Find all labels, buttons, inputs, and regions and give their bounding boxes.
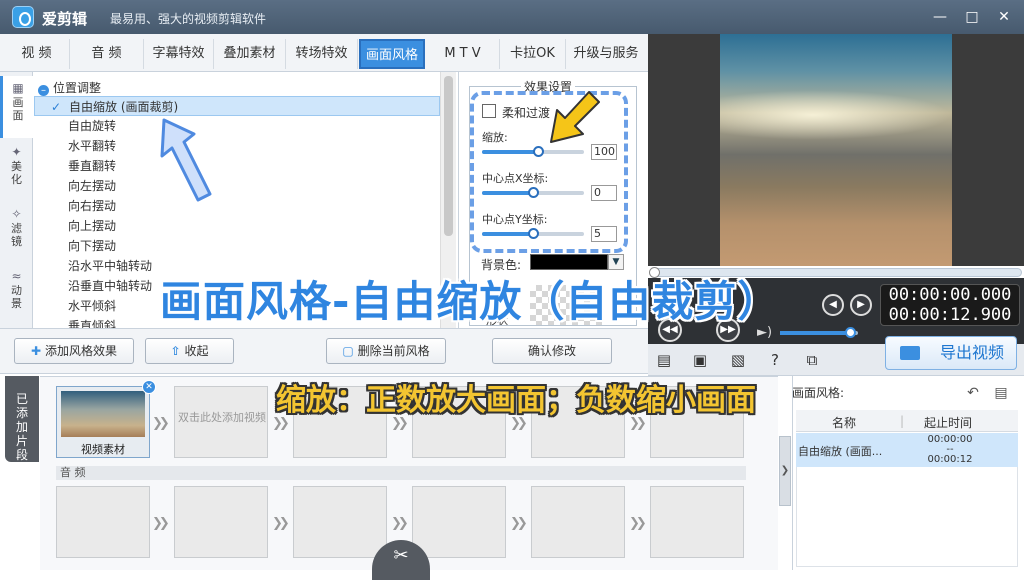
tab-overlay-material[interactable]: 叠加素材 — [214, 39, 286, 69]
film-icon: ▦ — [12, 81, 24, 95]
add-style-button[interactable]: ✚ 添加风格效果 — [14, 338, 134, 364]
tree-root-position-adjust[interactable]: – 位置调整 — [38, 79, 101, 96]
transition-arrow-icon: ❯❯ — [152, 416, 170, 431]
current-time: 00:00:00.000 — [888, 285, 1012, 305]
close-icon[interactable]: ✕ — [994, 7, 1014, 27]
empty-audio-slot[interactable] — [174, 486, 268, 558]
delete-style-button[interactable]: ▢ 删除当前风格 — [326, 338, 446, 364]
empty-audio-slot[interactable] — [56, 486, 150, 558]
effect-item[interactable]: 垂直翻转 — [34, 156, 440, 176]
add-video-slot[interactable]: 双击此处添加视频 — [174, 386, 268, 458]
step-forward-icon[interactable]: ▶ — [850, 294, 872, 316]
col-time: 起止时间 — [924, 416, 973, 430]
transition-arrow-icon: ❯❯ — [629, 516, 647, 531]
app-title: 爱剪辑 — [42, 10, 88, 28]
effect-item[interactable]: 水平翻转 — [34, 136, 440, 156]
help-icon[interactable]: ? — [766, 351, 784, 369]
transition-arrow-icon: ❯❯ — [391, 516, 409, 531]
effect-item[interactable]: 向右摆动 — [34, 196, 440, 216]
maximize-icon[interactable]: □ — [962, 7, 982, 27]
empty-audio-slot[interactable] — [293, 486, 387, 558]
nav-picture[interactable]: ▦ 画面 — [0, 76, 33, 138]
audio-track-label: 音 频 — [56, 466, 746, 480]
effect-item[interactable]: 自由旋转 — [34, 116, 440, 136]
back-circle-icon[interactable]: ↶ — [964, 384, 982, 402]
empty-audio-slot[interactable] — [531, 486, 625, 558]
tab-karaoke[interactable]: 卡拉OK — [500, 39, 566, 69]
empty-audio-slot[interactable] — [412, 486, 506, 558]
save-icon[interactable]: ▧ — [729, 351, 747, 369]
added-clips-tab[interactable]: 已添加片段 — [5, 376, 39, 462]
collapse-button[interactable]: ⇧ 收起 — [145, 338, 234, 364]
effect-item[interactable]: 向左摆动 — [34, 176, 440, 196]
annotation-dashed-frame — [470, 91, 628, 253]
style-category-nav: ▦ 画面 ✦ 美化 ✧ 滤镜 ≈ 动景 — [0, 72, 33, 328]
remove-clip-icon[interactable]: ✕ — [142, 380, 156, 394]
time-display: 00:00:00.000 00:00:12.900 — [880, 284, 1020, 326]
transition-arrow-icon: ❯❯ — [510, 516, 528, 531]
clip-thumbnail — [61, 391, 145, 437]
new-file-icon[interactable]: ▤ — [655, 351, 673, 369]
magic-wand-icon: ✦ — [11, 145, 22, 159]
style-row-time: 00:00:00 -- 00:00:12 — [927, 434, 973, 465]
col-name: 名称 — [832, 416, 857, 430]
preview-image-clouds — [720, 34, 952, 266]
empty-audio-slot[interactable] — [650, 486, 744, 558]
styles-table-header: 名称 | 起止时间 — [796, 410, 1018, 432]
volume-slider[interactable] — [780, 327, 858, 338]
share-icon[interactable]: ⧉ — [803, 351, 821, 369]
styles-table-body — [796, 467, 1018, 567]
checkmark-icon: ✓ — [51, 100, 62, 114]
app-slogan: 最易用、强大的视频剪辑软件 — [110, 12, 267, 26]
style-row-name: 自由缩放 (画面... — [798, 445, 883, 458]
collapse-icon: ⇧ — [170, 344, 181, 358]
tab-transition-effects[interactable]: 转场特效 — [286, 39, 358, 69]
tab-subtitle-effects[interactable]: 字幕特效 — [144, 39, 214, 69]
add-sparkle-icon: ✚ — [30, 344, 42, 358]
step-back-icon[interactable]: ◀ — [822, 294, 844, 316]
effect-item[interactable]: 向上摆动 — [34, 216, 440, 236]
trash-icon: ▢ — [342, 344, 354, 358]
effect-item-free-scale[interactable]: ✓ 自由缩放 (画面裁剪) — [34, 96, 440, 116]
video-preview — [648, 34, 1024, 266]
overlay-tip: 缩放：正数放大画面；负数缩小画面 — [276, 383, 756, 418]
scrollbar-thumb[interactable] — [444, 76, 453, 236]
transition-arrow-icon: ❯❯ — [272, 516, 290, 531]
app-logo-icon — [12, 6, 34, 28]
tab-picture-style[interactable]: 画面风格 — [359, 39, 425, 69]
filter-wand-icon: ✧ — [11, 207, 22, 221]
nav-motion-scene[interactable]: ≈ 动景 — [0, 264, 33, 326]
overlay-title: 画面风格-自由缩放（自由裁剪） — [160, 277, 781, 326]
collapse-minus-icon[interactable]: – — [38, 85, 49, 96]
open-folder-icon[interactable]: ▣ — [691, 351, 709, 369]
nav-beautify[interactable]: ✦ 美化 — [0, 140, 33, 202]
total-time: 00:00:12.900 — [888, 305, 1012, 325]
title-bar: 爱剪辑 最易用、强大的视频剪辑软件 — □ ✕ — [0, 0, 1024, 34]
wave-icon: ≈ — [11, 269, 22, 283]
styles-table-row[interactable]: 自由缩放 (画面... 00:00:00 -- 00:00:12 — [796, 433, 1018, 467]
col-divider: | — [900, 414, 905, 428]
tab-upgrade-service[interactable]: 升级与服务 — [566, 39, 646, 69]
trash-icon[interactable]: ▤ — [992, 384, 1010, 402]
effect-item[interactable]: 向下摆动 — [34, 236, 440, 256]
transition-arrow-icon: ❯❯ — [152, 516, 170, 531]
main-tab-bar: 视 频 音 频 字幕特效 叠加素材 转场特效 画面风格 M T V 卡拉OK 升… — [0, 34, 648, 72]
clip-caption: 视频素材 — [81, 443, 125, 456]
export-video-button[interactable]: 导出视频 — [885, 336, 1017, 370]
tab-audio[interactable]: 音 频 — [70, 39, 144, 69]
applied-styles-title: 画面风格: — [792, 386, 845, 400]
tab-mtv[interactable]: M T V — [426, 39, 500, 69]
export-icon — [900, 346, 920, 360]
nav-filter[interactable]: ✧ 滤镜 — [0, 202, 33, 264]
video-clip[interactable]: 视频素材 ✕ — [56, 380, 156, 458]
confirm-changes-button[interactable]: 确认修改 — [492, 338, 612, 364]
minimize-icon[interactable]: — — [930, 7, 950, 27]
panel-expand-icon[interactable]: ❯ — [779, 436, 791, 506]
tab-video[interactable]: 视 频 — [4, 39, 70, 69]
